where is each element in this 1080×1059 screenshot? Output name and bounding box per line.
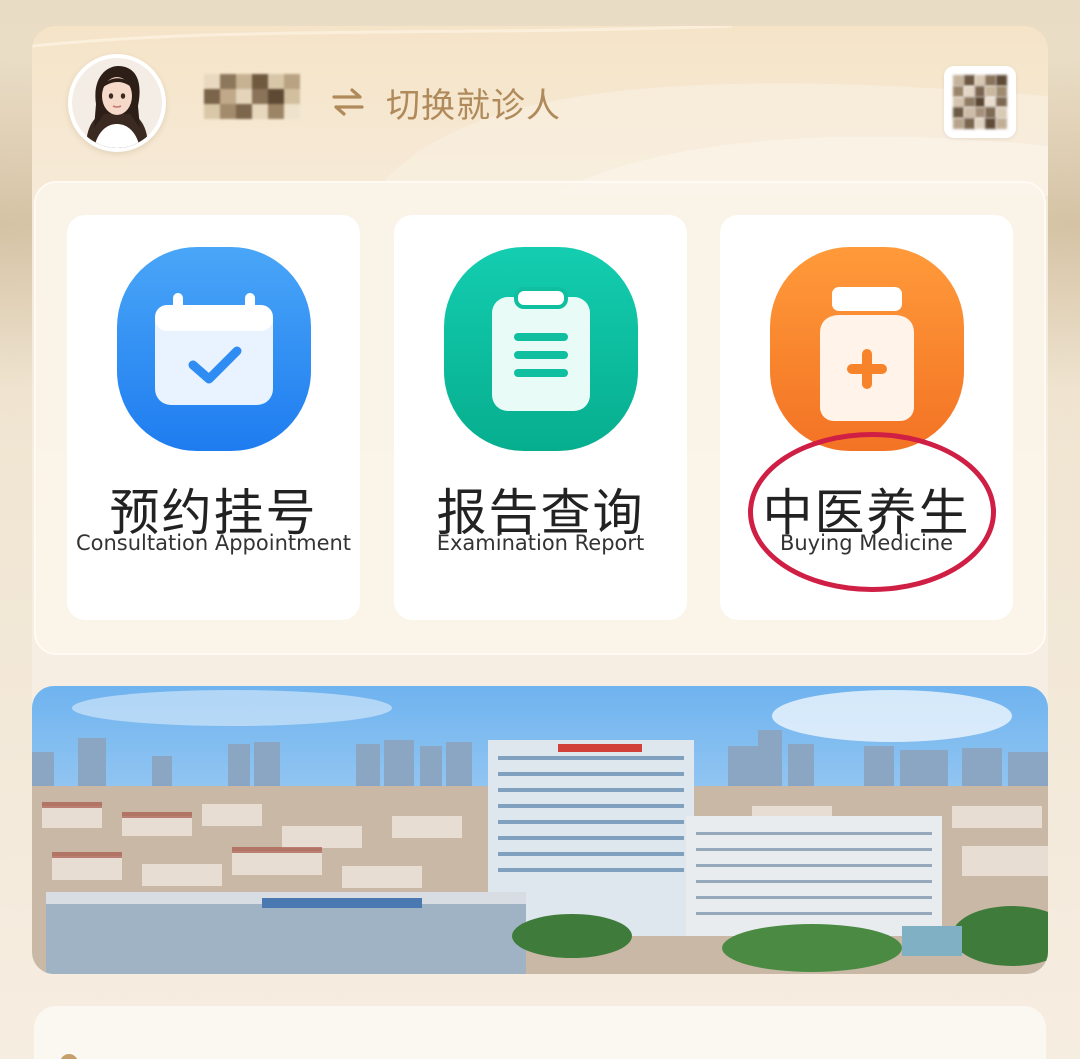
service-subtitle: Examination Report <box>436 531 645 555</box>
clipboard-icon <box>443 247 638 451</box>
switch-patient-button[interactable]: 切换就诊人 <box>386 78 561 127</box>
service-report[interactable]: 报告查询 Examination Report <box>394 215 687 620</box>
calendar-check-icon <box>116 247 311 451</box>
medicine-bottle-icon <box>769 247 964 451</box>
service-subtitle: Consultation Appointment <box>75 531 352 555</box>
patient-avatar[interactable] <box>68 54 166 152</box>
qr-code-button[interactable] <box>944 66 1016 138</box>
hospital-banner-image[interactable] <box>32 686 1048 974</box>
highlight-annotation-ring <box>748 432 996 592</box>
location-pin-icon <box>60 1054 78 1059</box>
service-appointment[interactable]: 预约挂号 Consultation Appointment <box>67 215 360 620</box>
avatar-portrait-icon <box>72 58 162 148</box>
swap-arrows-icon[interactable] <box>330 86 366 118</box>
patient-name-redacted <box>204 74 300 120</box>
next-section-card <box>34 1006 1046 1059</box>
